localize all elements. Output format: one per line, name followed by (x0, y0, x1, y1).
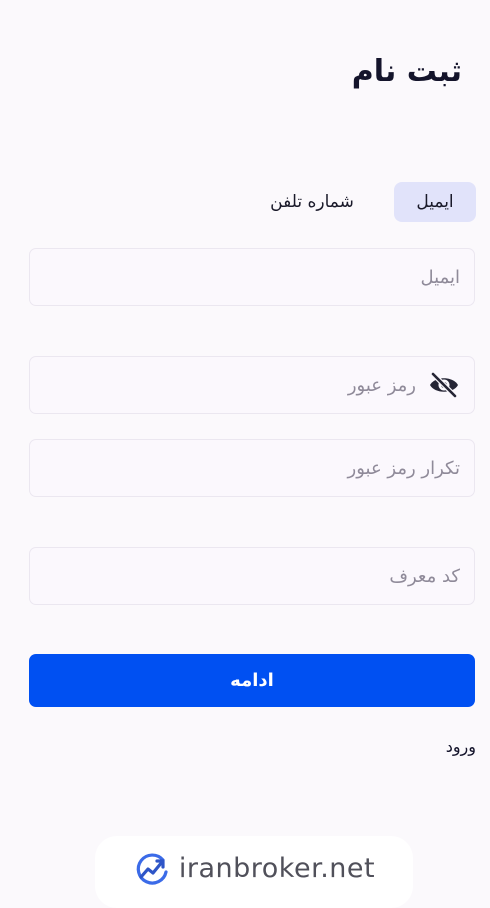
referral-code-input[interactable] (30, 548, 474, 604)
tab-phone[interactable]: شماره تلفن (254, 182, 370, 222)
watermark-text: iranbroker.net (178, 853, 376, 884)
password-input[interactable] (30, 357, 474, 413)
tab-email-label: ایمیل (416, 192, 454, 212)
email-field-wrapper (29, 248, 475, 306)
referral-field-wrapper (29, 547, 475, 605)
watermark: iranbroker.net (95, 836, 413, 908)
continue-button[interactable]: ادامه (29, 654, 475, 707)
tab-email[interactable]: ایمیل (394, 182, 476, 222)
confirm-password-input[interactable] (30, 440, 474, 496)
login-link[interactable]: ورود (446, 737, 476, 756)
password-field-wrapper (29, 356, 475, 414)
eye-off-icon[interactable] (428, 371, 460, 399)
email-input[interactable] (30, 249, 474, 305)
confirm-password-field-wrapper (29, 439, 475, 497)
page-title: ثبت نام (351, 54, 462, 89)
tab-phone-label: شماره تلفن (270, 192, 354, 212)
trend-chart-logo-icon (136, 853, 168, 885)
